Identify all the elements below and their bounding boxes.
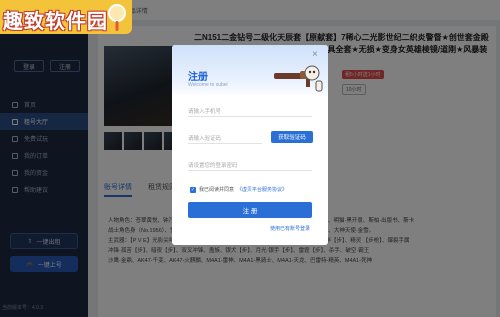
agreement-row: ✓ 我已阅读并同意 《虚贝平台服务协议》 xyxy=(190,186,287,193)
password-input[interactable]: 请设置您的登录密码 xyxy=(188,157,312,171)
service-agreement-link[interactable]: 《虚贝平台服务协议》 xyxy=(237,186,287,193)
magnifier-icon xyxy=(108,4,126,31)
agree-checkbox[interactable]: ✓ xyxy=(190,186,196,193)
register-modal: 注册 Welcome to xubei × 请输入手机号 请输入验证码 获取验证… xyxy=(172,45,328,245)
site-logo: 趣致软件园 xyxy=(0,0,132,34)
modal-title: 注册 xyxy=(188,72,208,83)
login-with-existing-link[interactable]: 使用已有账号登录 xyxy=(270,225,310,232)
get-code-button[interactable]: 获取验证码 xyxy=(271,131,313,143)
modal-subtitle: Welcome to xubei xyxy=(188,82,228,88)
agreement-text: 我已阅读并同意 xyxy=(199,187,235,193)
mascot-gun-icon xyxy=(274,65,323,92)
register-submit-button[interactable]: 注 册 xyxy=(188,202,312,218)
phone-input[interactable]: 请输入手机号 xyxy=(188,103,312,117)
verification-code-input[interactable]: 请输入验证码 xyxy=(188,130,262,144)
logo-text: 趣致软件园 xyxy=(3,11,108,33)
